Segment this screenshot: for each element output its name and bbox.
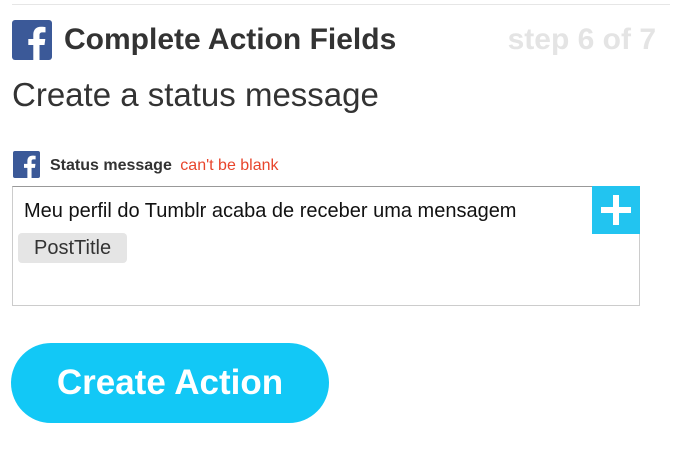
field-label: Status message can't be blank <box>50 156 279 176</box>
create-action-button[interactable]: Create Action <box>11 343 329 423</box>
validation-error: can't be blank <box>180 157 279 174</box>
add-ingredient-button[interactable] <box>592 186 640 234</box>
status-message-text[interactable]: Meu perfil do Tumblr acaba de receber um… <box>24 199 516 223</box>
page-title: Complete Action Fields <box>64 23 397 56</box>
status-message-label: Status message <box>50 157 172 174</box>
status-message-field[interactable]: Meu perfil do Tumblr acaba de receber um… <box>12 186 640 306</box>
facebook-icon <box>12 20 52 60</box>
step-indicator: step 6 of 7 <box>507 23 656 56</box>
top-divider <box>12 4 670 5</box>
action-title: Create a status message <box>12 76 379 113</box>
plus-icon <box>601 195 631 225</box>
facebook-icon <box>13 151 40 178</box>
ingredient-pill-posttitle[interactable]: PostTitle <box>18 233 128 263</box>
